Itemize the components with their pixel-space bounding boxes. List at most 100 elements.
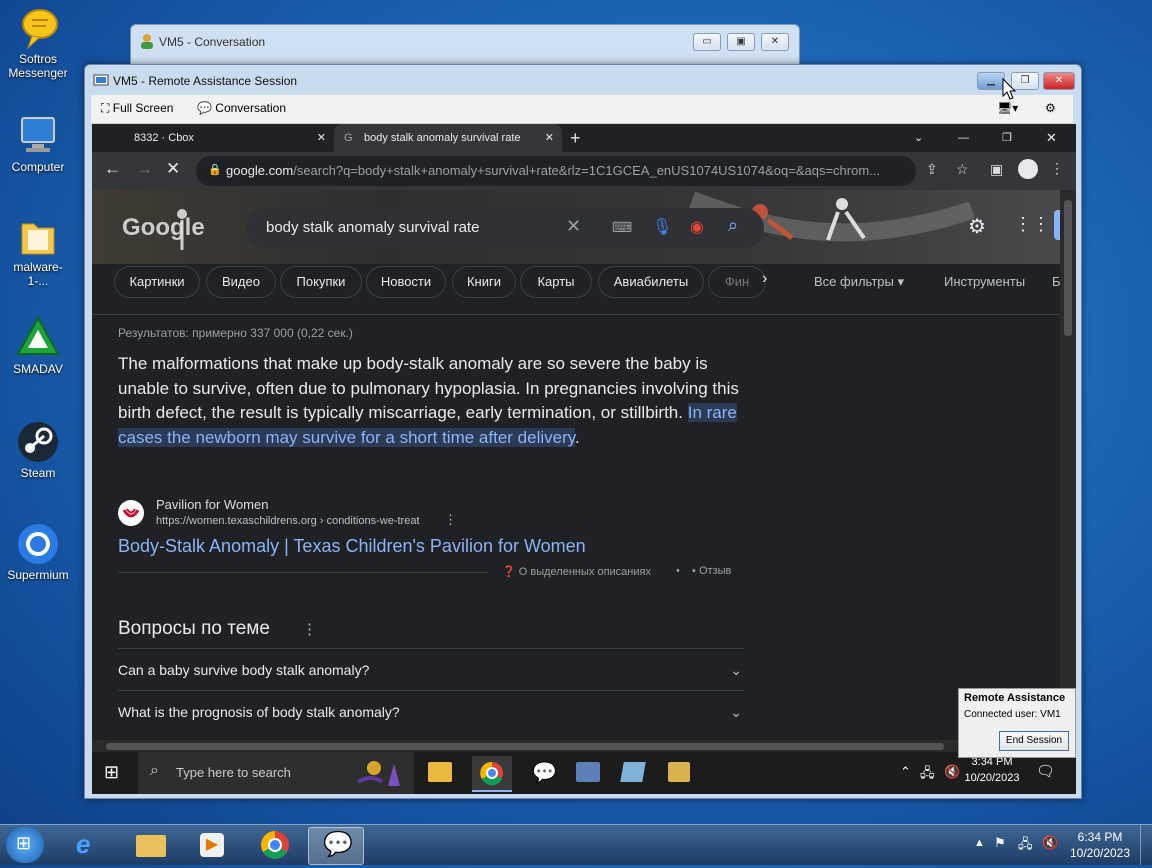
maximize-button[interactable]: ▣ [727, 33, 755, 51]
tab-search-icon[interactable]: ⌄ [914, 124, 923, 152]
close-button[interactable]: ✕ [761, 33, 789, 51]
taskbar-search-box[interactable]: ⌕ Type here to search [138, 752, 414, 794]
overflow-tab[interactable]: Б [1052, 274, 1060, 289]
ra-popup-title: Remote Assistance [964, 692, 1066, 704]
omnibox[interactable]: 🔒 google.com/search?q=body+stalk+anomaly… [196, 156, 916, 186]
full-screen-button[interactable]: ⛶ Full Screen [101, 101, 173, 116]
chip-video[interactable]: Видео [206, 266, 276, 298]
show-hidden-icons-icon[interactable]: ▲ [974, 837, 985, 849]
about-snippets-link[interactable]: ❓ О выделенных описаниях [502, 565, 651, 578]
conversation-button[interactable]: 💬 Conversation [197, 101, 286, 115]
chip-flights[interactable]: Авиабилеты [598, 266, 704, 298]
chip-finance[interactable]: Фин [708, 266, 766, 298]
lens-icon[interactable]: ◉ [690, 217, 704, 237]
end-session-button[interactable]: End Session [999, 731, 1069, 751]
desktop-icon-softros[interactable]: Softros Messenger [4, 6, 72, 80]
minimize-button[interactable]: — [958, 124, 969, 152]
feedback-link[interactable]: ▪ Отзыв [692, 565, 731, 577]
keyboard-icon[interactable]: ⌨ [612, 219, 632, 236]
lock-icon: 🔒 [208, 164, 222, 176]
taskbar-media-button[interactable]: ▶ [186, 827, 240, 863]
chevron-right-icon[interactable]: › [762, 270, 767, 288]
back-icon[interactable]: ← [104, 159, 121, 179]
start-button[interactable]: ⊞ [6, 827, 44, 863]
microphone-icon[interactable]: 🎙 [652, 217, 672, 237]
tab-google-search[interactable]: G body stalk anomaly survival rate ✕ [334, 124, 562, 152]
windows-start-icon[interactable]: ⊞ [104, 762, 119, 783]
desktop-icon-computer[interactable]: Computer [4, 114, 72, 174]
conversation-label: Conversation [215, 101, 287, 115]
clock[interactable]: 6:34 PM 10/20/2023 [1068, 829, 1132, 861]
all-filters-button[interactable]: Все фильтры ▾ [814, 274, 904, 290]
google-logo[interactable]: Google [122, 214, 205, 242]
taskbar-ie-button[interactable]: e [62, 827, 116, 863]
show-hidden-icons-icon[interactable]: ⌃ [900, 764, 911, 780]
question-item[interactable]: Can a baby survive body stalk anomaly? ⌄ [118, 648, 744, 691]
new-tab-button[interactable]: + [570, 124, 581, 152]
taskbar-chrome-button[interactable] [472, 756, 512, 792]
minimize-button[interactable]: ▁ [977, 72, 1005, 90]
maximize-button[interactable]: ❐ [1002, 124, 1012, 152]
desktop-icon-supermium[interactable]: Supermium [4, 522, 72, 582]
app-icon[interactable] [668, 762, 690, 782]
search-box[interactable]: body stalk anomaly survival rate ✕ ⌨ 🎙 ◉… [246, 208, 764, 248]
taskbar-explorer-button[interactable] [124, 827, 178, 863]
settings-gear-icon[interactable]: ⚙ [968, 214, 986, 239]
apps-grid-icon[interactable]: ⋮⋮ [1014, 214, 1050, 235]
search-icon[interactable]: ⌕ [728, 215, 738, 236]
pavilion-favicon-icon [118, 500, 144, 526]
chip-images[interactable]: Картинки [114, 266, 200, 298]
tools-button[interactable]: Инструменты [944, 274, 1025, 289]
chip-news[interactable]: Новости [366, 266, 446, 298]
chip-maps[interactable]: Карты [520, 266, 592, 298]
scrollbar-thumb[interactable] [106, 743, 944, 750]
action-center-icon[interactable]: ⚑ [994, 835, 1006, 851]
show-desktop-button[interactable] [1140, 825, 1152, 865]
more-options-icon[interactable]: ⋮ [302, 620, 317, 638]
clock-date: 10/20/2023 [1069, 846, 1131, 860]
close-button[interactable]: ✕ [1046, 124, 1057, 152]
remote-assistance-window[interactable]: VM5 - Remote Assistance Session ▁ ❐ ✕ ⛶ … [84, 64, 1082, 799]
network-icon[interactable]: 🖧 [1018, 835, 1033, 857]
display-settings-icon[interactable]: 🖥▾ [997, 101, 1018, 115]
chip-books[interactable]: Книги [452, 266, 516, 298]
search-input[interactable]: body stalk anomaly survival rate [266, 219, 479, 236]
side-panel-icon[interactable]: ▣ [990, 161, 1003, 178]
horizontal-scrollbar[interactable] [92, 740, 1060, 752]
chip-shopping[interactable]: Покупки [280, 266, 362, 298]
taskbar-chrome-button[interactable] [248, 827, 302, 863]
forward-icon[interactable]: → [136, 159, 153, 179]
close-button[interactable]: ✕ [1043, 72, 1075, 90]
tab-cbox[interactable]: 8332 · Cbox ✕ [92, 124, 332, 152]
notifications-icon[interactable]: 🗨 [1036, 762, 1055, 780]
minimize-button[interactable]: ▭ [693, 33, 721, 51]
network-icon[interactable]: 🖧 [920, 764, 935, 786]
close-tab-icon[interactable]: ✕ [317, 124, 326, 152]
close-tab-icon[interactable]: ✕ [545, 124, 554, 152]
help-icon[interactable]: ⚙ [1045, 101, 1056, 115]
more-options-icon[interactable]: ⋮ [444, 512, 457, 528]
vertical-scrollbar[interactable] [1060, 190, 1076, 752]
scrollbar-thumb[interactable] [1064, 200, 1072, 336]
share-icon[interactable]: ⇪ [926, 161, 938, 178]
bookmark-star-icon[interactable]: ☆ [956, 161, 969, 178]
stop-loading-icon[interactable]: ✕ [166, 159, 180, 179]
desktop-icon-smadav[interactable]: SMADAV [4, 315, 72, 376]
result-title-link[interactable]: Body-Stalk Anomaly | Texas Children's Pa… [118, 536, 586, 557]
user-icon [139, 33, 155, 54]
question-item[interactable]: What is the prognosis of body stalk anom… [118, 690, 744, 733]
remote-desktop-icon[interactable] [576, 762, 600, 782]
volume-muted-icon[interactable]: 🔇 [1042, 835, 1058, 851]
app-icon[interactable] [620, 762, 646, 782]
profile-icon[interactable] [1018, 159, 1038, 179]
desktop-icon-steam[interactable]: Steam [4, 420, 72, 480]
file-explorer-icon[interactable] [428, 762, 452, 782]
tab-label: 8332 · Cbox [134, 132, 194, 144]
clock[interactable]: 3:34 PM 10/20/2023 [964, 754, 1020, 786]
desktop-icon-folder[interactable]: malware-1-... [4, 214, 72, 288]
volume-muted-icon[interactable]: 🔇 [944, 764, 960, 780]
softros-messenger-icon[interactable]: 💬 [532, 760, 557, 785]
menu-icon[interactable]: ⋮ [1050, 160, 1064, 177]
taskbar-softros-button[interactable]: 💬 [308, 827, 364, 865]
clear-search-icon[interactable]: ✕ [566, 216, 581, 237]
